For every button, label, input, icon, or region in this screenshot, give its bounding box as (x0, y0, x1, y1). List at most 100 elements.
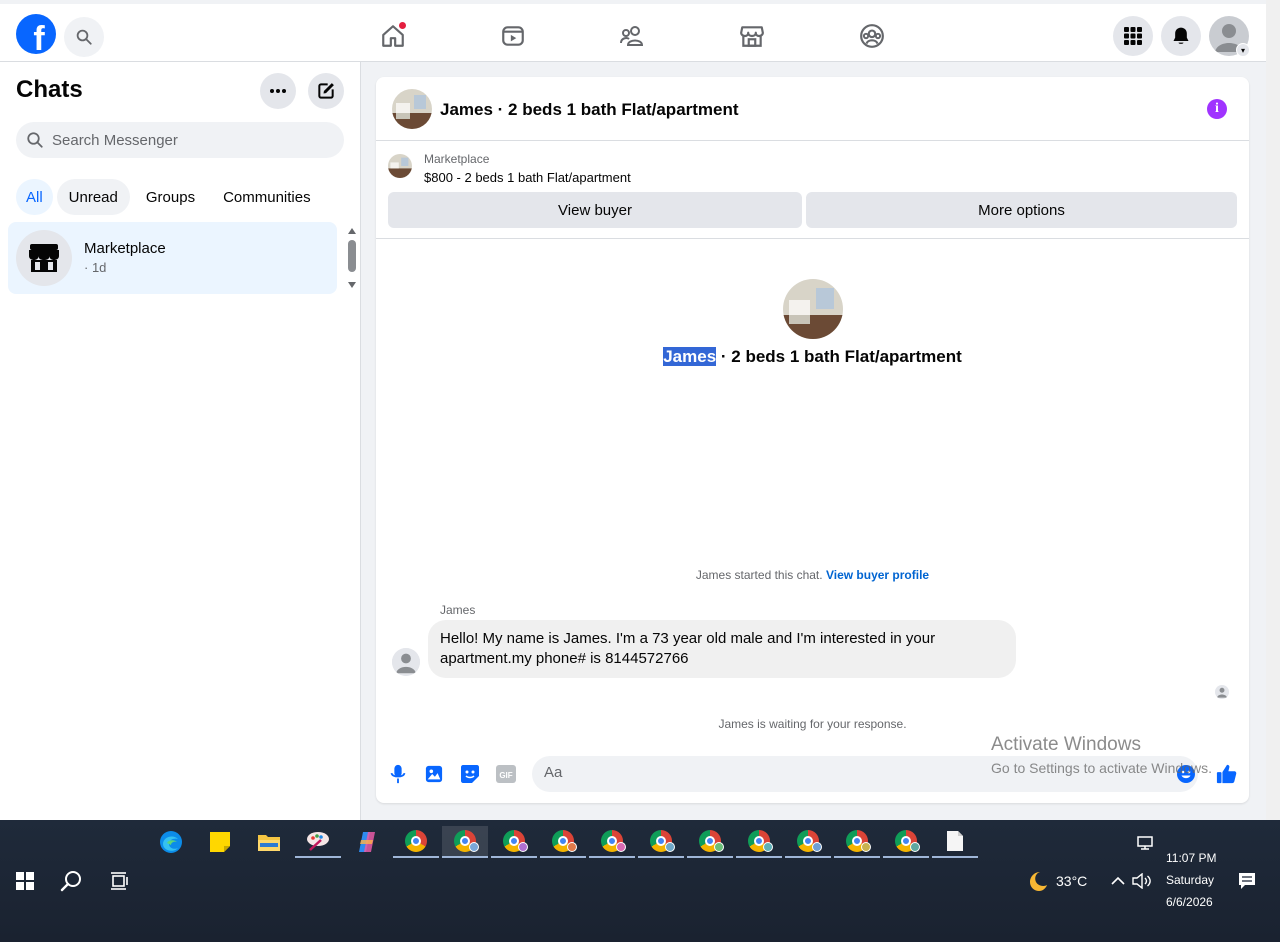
conversation-header: James · 2 beds 1 bath Flat/apartment i (376, 77, 1249, 141)
scroll-down-icon[interactable] (348, 282, 356, 288)
view-buyer-button[interactable]: View buyer (388, 192, 802, 228)
taskbar-chrome-2[interactable] (442, 826, 488, 858)
profile-badge (469, 842, 479, 852)
more-options-button[interactable]: More options (806, 192, 1237, 228)
chat-filters: All Unread Groups Communities (16, 179, 323, 215)
clock-day[interactable]: Saturday (1166, 873, 1214, 887)
started-text: James started this chat. (695, 568, 823, 582)
window-scrollbar[interactable] (1266, 0, 1280, 820)
attach-photo-button[interactable] (423, 763, 445, 785)
facebook-logo[interactable]: f (16, 14, 56, 54)
filter-groups[interactable]: Groups (134, 179, 207, 215)
selected-name: James (663, 347, 717, 366)
gif-button[interactable]: GIF (495, 763, 517, 785)
taskbar-chrome-7[interactable] (687, 826, 733, 858)
chrome-icon (405, 830, 427, 852)
clock-date[interactable]: 6/6/2026 (1166, 895, 1213, 909)
listing-photo[interactable] (783, 279, 843, 339)
chats-sidebar: Chats All Unread Groups Communities Mark… (0, 62, 361, 820)
notifications-button[interactable] (1161, 16, 1201, 56)
like-button[interactable] (1216, 763, 1238, 785)
sticker-button[interactable] (459, 763, 481, 785)
scroll-thumb[interactable] (348, 240, 356, 272)
taskbar-edge[interactable] (148, 826, 194, 858)
taskbar-chrome-4[interactable] (540, 826, 586, 858)
taskbar-chrome-6[interactable] (638, 826, 684, 858)
sender-avatar[interactable] (392, 648, 420, 676)
clock-time[interactable]: 11:07 PM (1166, 851, 1216, 865)
task-view-button[interactable] (105, 866, 135, 896)
intro-title: James · 2 beds 1 bath Flat/apartment (376, 347, 1249, 367)
thumbs-up-icon (1216, 764, 1237, 784)
action-center-button[interactable] (1232, 866, 1262, 896)
taskbar-paint[interactable] (295, 826, 341, 858)
sidebar-scrollbar[interactable] (346, 228, 358, 288)
photo-icon (425, 765, 443, 783)
intro-title-rest: · 2 beds 1 bath Flat/apartment (716, 347, 962, 366)
voice-clip-button[interactable] (387, 763, 409, 785)
more-icon (270, 89, 286, 93)
start-button[interactable] (10, 866, 40, 896)
search-button[interactable] (64, 17, 104, 57)
scroll-up-icon[interactable] (348, 228, 356, 234)
seen-avatar (1215, 685, 1229, 699)
profile-badge (910, 842, 920, 852)
notification-dot (399, 22, 406, 29)
nav-home[interactable] (375, 18, 411, 54)
filter-all[interactable]: All (16, 179, 53, 215)
taskbar-chrome-11[interactable] (883, 826, 929, 858)
taskbar-chrome-9[interactable] (785, 826, 831, 858)
nav-groups[interactable] (854, 18, 890, 54)
nav-video[interactable] (495, 18, 531, 54)
bell-icon (1173, 27, 1189, 44)
menu-button[interactable] (1113, 16, 1153, 56)
chats-title: Chats (16, 76, 83, 103)
marketplace-banner: Marketplace $800 - 2 beds 1 bath Flat/ap… (376, 142, 1249, 239)
listing-thumbnail[interactable] (392, 89, 432, 129)
chat-list-item[interactable]: Marketplace · 1d (8, 222, 337, 294)
profile-badge (518, 842, 528, 852)
profile-badge (714, 842, 724, 852)
listing-thumbnail-small[interactable] (388, 154, 412, 178)
monitor-icon (1137, 836, 1153, 850)
weather-widget[interactable] (1022, 866, 1052, 896)
marketplace-label: Marketplace (424, 152, 490, 166)
chat-name: Marketplace (84, 240, 166, 257)
listing-price[interactable]: $800 - 2 beds 1 bath Flat/apartment (424, 170, 631, 185)
taskbar-search[interactable] (57, 866, 87, 896)
groups-icon (860, 24, 884, 48)
taskbar-chrome-8[interactable] (736, 826, 782, 858)
moon-icon (1030, 872, 1047, 891)
profile-badge (665, 842, 675, 852)
search-messenger[interactable] (16, 122, 344, 158)
taskbar-notepad[interactable] (932, 826, 978, 858)
volume-button[interactable] (1127, 866, 1157, 896)
taskbar-chrome-1[interactable] (393, 826, 439, 858)
info-icon[interactable]: i (1207, 99, 1227, 119)
nav-marketplace[interactable] (734, 18, 770, 54)
taskbar-copilot[interactable] (344, 826, 390, 858)
more-options-button[interactable] (260, 73, 296, 109)
chevron-down-icon[interactable]: ▾ (1236, 43, 1250, 57)
network-tray-button[interactable] (1130, 828, 1160, 858)
taskbar-chrome-10[interactable] (834, 826, 880, 858)
new-message-button[interactable] (308, 73, 344, 109)
notification-center-icon (1239, 873, 1255, 889)
search-input[interactable] (52, 131, 332, 149)
taskbar-chrome-3[interactable] (491, 826, 537, 858)
message-bubble[interactable]: Hello! My name is James. I'm a 73 year o… (428, 620, 1016, 678)
friends-icon (620, 26, 644, 46)
watermark-title: Activate Windows (991, 734, 1141, 755)
filter-unread[interactable]: Unread (56, 179, 130, 215)
taskbar-file-explorer[interactable] (246, 826, 292, 858)
nav-friends[interactable] (615, 18, 651, 54)
microphone-icon (390, 764, 406, 784)
taskbar-chrome-5[interactable] (589, 826, 635, 858)
document-icon (947, 831, 963, 851)
search-icon (76, 29, 92, 45)
taskbar-sticky-notes[interactable] (197, 826, 243, 858)
profile-badge (763, 842, 773, 852)
view-buyer-profile-link[interactable]: View buyer profile (826, 568, 929, 582)
speaker-icon (1132, 873, 1151, 889)
filter-communities[interactable]: Communities (211, 179, 323, 215)
